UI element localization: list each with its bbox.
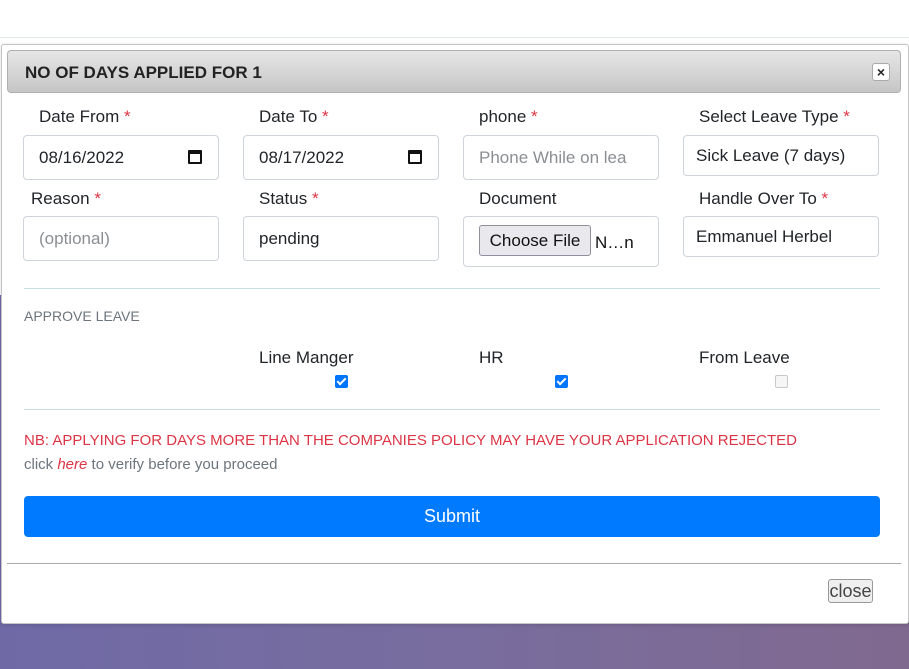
status-value: pending <box>259 229 320 248</box>
leave-application-dialog: NO OF DAYS APPLIED FOR 1 × Date From * D… <box>1 44 909 624</box>
document-label: Document <box>479 189 557 208</box>
leave-type-value: Sick Leave (7 days) <box>696 146 846 165</box>
reason-label: Reason * <box>31 189 101 208</box>
phone-label: phone * <box>479 107 538 126</box>
leave-type-select[interactable]: Sick Leave (7 days) <box>683 135 879 176</box>
section-divider <box>24 288 880 289</box>
hr-label: HR <box>479 348 504 367</box>
status-label: Status * <box>259 189 319 208</box>
date-to-label: Date To * <box>259 107 329 126</box>
date-to-input[interactable]: 08/17/2022 <box>243 135 439 180</box>
dialog-titlebar[interactable]: NO OF DAYS APPLIED FOR 1 × <box>7 50 901 93</box>
date-from-label: Date From * <box>39 107 131 126</box>
line-manager-label: Line Manger <box>259 348 354 367</box>
phone-input[interactable]: Phone While on lea <box>463 135 659 180</box>
line-manager-checkbox[interactable] <box>335 375 348 388</box>
hr-checkbox[interactable] <box>555 375 568 388</box>
dialog-title: NO OF DAYS APPLIED FOR 1 <box>25 63 262 82</box>
from-leave-checkbox[interactable] <box>775 375 788 388</box>
reason-input[interactable]: (optional) <box>23 216 219 261</box>
approve-leave-heading: APPROVE LEAVE <box>24 308 140 324</box>
verify-link[interactable]: here <box>57 456 87 473</box>
document-file-input[interactable]: Choose File N…n <box>463 216 659 267</box>
date-from-value: 08/16/2022 <box>39 148 125 167</box>
submit-button[interactable]: Submit <box>24 496 880 537</box>
file-name-text: N…n <box>595 233 634 252</box>
policy-warning: NB: APPLYING FOR DAYS MORE THAN THE COMP… <box>24 432 797 449</box>
page-divider <box>0 37 909 38</box>
section-divider <box>24 409 880 410</box>
leave-type-label: Select Leave Type * <box>699 107 850 126</box>
choose-file-button[interactable]: Choose File <box>479 225 591 256</box>
calendar-icon[interactable] <box>188 150 202 164</box>
close-icon[interactable]: × <box>872 63 890 81</box>
handle-over-value: Emmanuel Herbel <box>696 227 833 246</box>
handle-over-select[interactable]: Emmanuel Herbel <box>683 216 879 257</box>
verify-text: click here to verify before you proceed <box>24 456 278 473</box>
reason-placeholder: (optional) <box>39 229 110 248</box>
from-leave-label: From Leave <box>699 348 790 367</box>
date-to-value: 08/17/2022 <box>259 148 345 167</box>
date-from-input[interactable]: 08/16/2022 <box>23 135 219 180</box>
close-button[interactable]: close <box>828 579 873 603</box>
handle-over-label: Handle Over To * <box>699 189 829 208</box>
footer-divider <box>7 563 901 564</box>
calendar-icon[interactable] <box>408 150 422 164</box>
phone-placeholder: Phone While on lea <box>479 148 627 167</box>
status-input[interactable]: pending <box>243 216 439 261</box>
